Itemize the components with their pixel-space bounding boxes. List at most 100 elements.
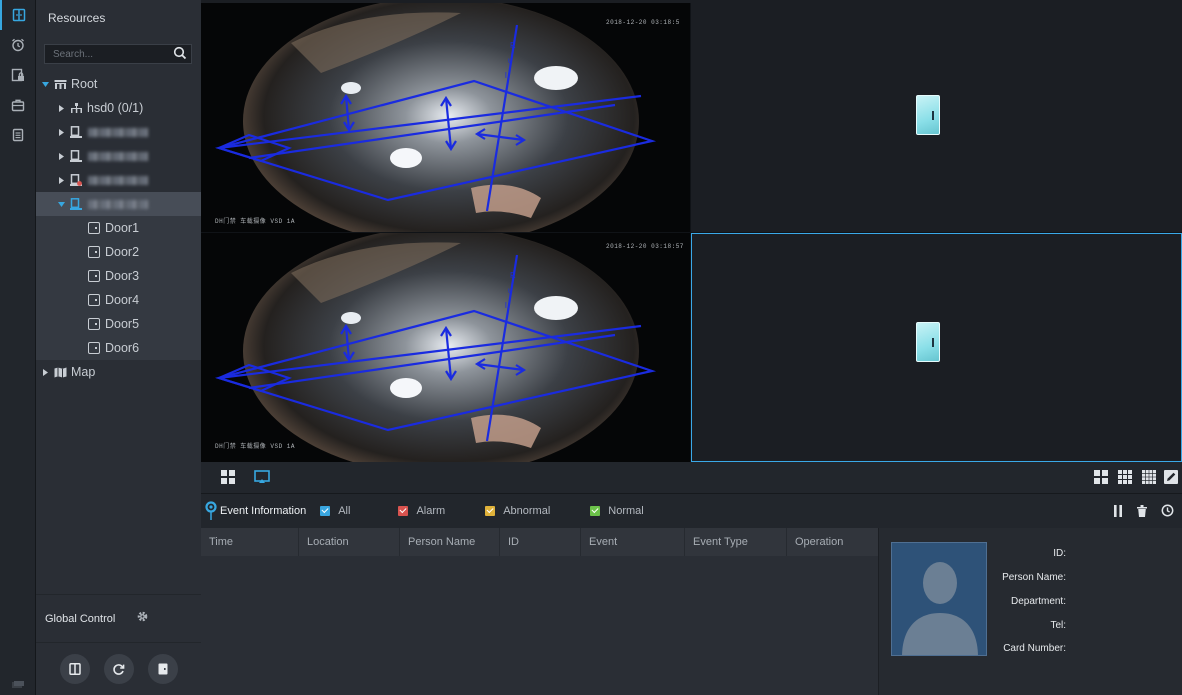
tree-label-door6: Door6: [105, 341, 140, 355]
custom-layout-icon[interactable]: [1164, 470, 1178, 484]
filter-abnormal[interactable]: Abnormal: [485, 505, 550, 517]
trash-icon[interactable]: [1137, 504, 1147, 517]
filter-all[interactable]: All: [320, 505, 350, 517]
person-card-label: Card Number:: [1003, 643, 1066, 654]
redacted-device-name: [88, 127, 148, 137]
map-icon: [54, 367, 67, 378]
video-window-1[interactable]: R u l 2018-12-20 03:18:5 DH门禁 车载摄像 VSD 1…: [201, 3, 690, 232]
location-pin-icon: [205, 501, 217, 520]
tree-node-device-2[interactable]: [36, 144, 201, 168]
tree-node-door6[interactable]: Door6: [36, 336, 201, 360]
caret-down-icon[interactable]: [56, 201, 66, 207]
rail-collapse[interactable]: [0, 681, 36, 689]
checkbox-normal[interactable]: [590, 506, 601, 516]
door-split-icon: [12, 8, 26, 22]
column-operation[interactable]: Operation: [787, 528, 878, 556]
briefcase-icon: [11, 99, 25, 112]
column-time[interactable]: Time: [201, 528, 299, 556]
filter-alarm[interactable]: Alarm: [398, 505, 445, 517]
tree-node-door1[interactable]: Door1: [36, 216, 201, 240]
column-person-name[interactable]: Person Name: [400, 528, 500, 556]
tree-node-map[interactable]: Map: [36, 360, 201, 384]
access-control-tab[interactable]: [0, 0, 36, 30]
tree-label-root: Root: [71, 77, 98, 91]
global-control-label: Global Control: [45, 612, 116, 625]
person-silhouette-icon: [902, 562, 978, 655]
tree-node-root[interactable]: Root: [36, 72, 201, 96]
checkbox-all[interactable]: [320, 506, 331, 516]
app-rail: [0, 0, 36, 695]
video-grid: R u l 2018-12-20 03:18:5 DH门禁 车载摄像 VSD 1…: [201, 3, 1182, 462]
svg-text:l: l: [505, 301, 507, 310]
access-device-icon: [70, 198, 82, 210]
layout-4-icon[interactable]: [1094, 470, 1108, 484]
column-id[interactable]: ID: [500, 528, 581, 556]
global-control-buttons: [36, 642, 201, 695]
tree-node-device-3[interactable]: [36, 168, 201, 192]
tree-node-door4[interactable]: Door4: [36, 288, 201, 312]
column-event-type[interactable]: Event Type: [685, 528, 787, 556]
device-lock-tab[interactable]: [0, 60, 36, 90]
caret-right-icon[interactable]: [56, 176, 66, 184]
video-window-3[interactable]: R u l 2018-12-20 03:18:57 DH门禁 车载摄像 VSD …: [201, 233, 690, 462]
caret-right-icon[interactable]: [40, 368, 50, 376]
event-tools: [1113, 504, 1174, 517]
grid-view-icon[interactable]: [221, 470, 235, 484]
caret-right-icon[interactable]: [56, 128, 66, 136]
search-box[interactable]: [44, 44, 192, 64]
tree-node-device-1[interactable]: [36, 120, 201, 144]
tree-label-door2: Door2: [105, 245, 140, 259]
tree-label-map: Map: [71, 365, 96, 379]
filter-normal-label: Normal: [608, 505, 644, 517]
search-icon[interactable]: [173, 46, 187, 60]
briefcase-tab[interactable]: [0, 90, 36, 120]
tree-node-device-4[interactable]: [36, 192, 201, 216]
gear-icon[interactable]: [136, 610, 149, 623]
column-event[interactable]: Event: [581, 528, 685, 556]
tree-node-door5[interactable]: Door5: [36, 312, 201, 336]
search-input[interactable]: [53, 48, 173, 60]
caret-down-icon[interactable]: [40, 81, 50, 87]
refresh-icon: [113, 663, 125, 675]
open-all-doors-button[interactable]: [59, 654, 90, 684]
event-panel: Event Information All Alarm Abnormal Nor…: [201, 494, 1182, 695]
redacted-device-name: [88, 175, 148, 185]
restore-doors-button[interactable]: [103, 654, 134, 684]
tree-label-hsd0: hsd0 (0/1): [87, 101, 144, 115]
tree-label-door5: Door5: [105, 317, 140, 331]
door-icon: [88, 246, 100, 258]
caret-right-icon[interactable]: [56, 104, 66, 112]
access-device-icon: [70, 126, 82, 138]
filter-alarm-label: Alarm: [416, 505, 446, 517]
layout-16-icon[interactable]: [1142, 470, 1156, 484]
screen-display-icon[interactable]: [254, 470, 270, 484]
filter-normal[interactable]: Normal: [590, 505, 644, 517]
video-window-4[interactable]: [691, 233, 1182, 462]
redacted-device-name: [88, 151, 148, 161]
resources-title: Resources: [48, 11, 106, 25]
door-icon: [88, 318, 100, 330]
checkbox-alarm[interactable]: [398, 506, 409, 516]
logs-tab[interactable]: [0, 120, 36, 150]
global-control-bar: Global Control: [36, 594, 201, 642]
caret-right-icon[interactable]: [56, 152, 66, 160]
checkbox-abnormal[interactable]: [485, 506, 496, 516]
tree-node-door3[interactable]: Door3: [36, 264, 201, 288]
alarm-tab[interactable]: [0, 30, 36, 60]
event-table-header: Time Location Person Name ID Event Event…: [201, 528, 878, 556]
tree-node-hsd0[interactable]: hsd0 (0/1): [36, 96, 201, 120]
camera-caption: DH门禁 车载摄像 VSD 1A: [215, 218, 296, 225]
fisheye-camera-image: R u l: [214, 3, 657, 232]
column-location[interactable]: Location: [299, 528, 400, 556]
history-icon[interactable]: [1161, 504, 1174, 517]
person-tel-label: Tel:: [1050, 620, 1066, 631]
layout-9-icon[interactable]: [1118, 470, 1132, 484]
pause-icon[interactable]: [1113, 504, 1123, 517]
video-window-2[interactable]: [691, 3, 1182, 232]
door-icon: [88, 270, 100, 282]
view-toolbar: [201, 462, 1182, 494]
door-icon: [88, 294, 100, 306]
close-all-doors-button[interactable]: [147, 654, 178, 684]
tree-node-door2[interactable]: Door2: [36, 240, 201, 264]
alarm-clock-icon: [12, 38, 24, 52]
